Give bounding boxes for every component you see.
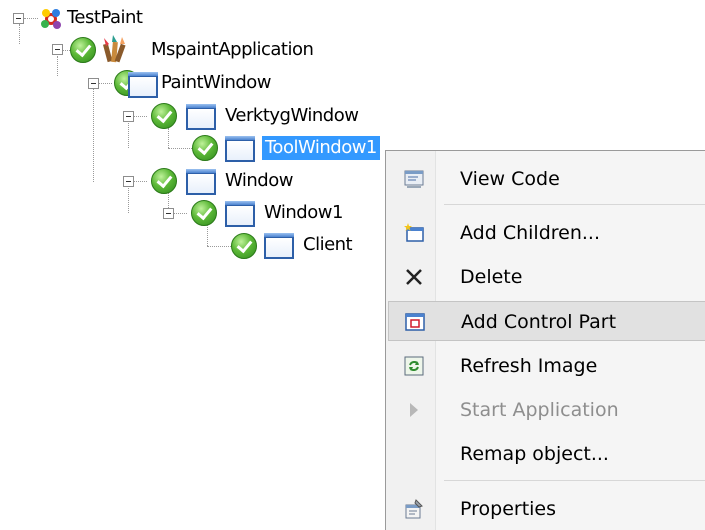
menu-item-label: Remap object... — [460, 443, 609, 465]
menu-item-remap-object[interactable]: Remap object... — [388, 434, 705, 474]
properties-icon — [405, 499, 423, 519]
tree-line — [98, 83, 112, 84]
tree-node-window1[interactable]: Window1 — [264, 201, 343, 225]
tree-line — [133, 181, 147, 182]
tree-line — [168, 128, 169, 148]
menu-item-label: Add Control Part — [461, 311, 617, 333]
collapse-toggle[interactable] — [163, 208, 174, 219]
tree-node-window[interactable]: Window — [225, 169, 293, 193]
window-icon — [225, 201, 255, 227]
view-code-icon — [404, 170, 424, 188]
add-children-icon — [404, 223, 424, 242]
tree-line — [128, 118, 129, 148]
collapse-toggle[interactable] — [123, 111, 134, 122]
menu-item-refresh-image[interactable]: Refresh Image — [388, 346, 705, 386]
refresh-image-icon — [404, 356, 424, 376]
tree-node-toolwindow1[interactable]: ToolWindow1 — [262, 136, 380, 160]
collapse-toggle[interactable] — [13, 13, 24, 24]
start-application-icon — [410, 403, 418, 417]
window-icon — [225, 136, 255, 162]
tree-line — [173, 213, 187, 214]
check-icon — [192, 135, 218, 161]
tree-node-verktygwindow[interactable]: VerktygWindow — [225, 104, 359, 128]
tree-node-mspaintapplication[interactable]: MspaintApplication — [151, 38, 314, 62]
menu-item-label: Start Application — [460, 399, 619, 421]
menu-item-add-control-part[interactable]: Add Control Part — [388, 301, 705, 341]
menu-item-label: Refresh Image — [460, 355, 598, 377]
tree-node-client[interactable]: Client — [303, 233, 353, 257]
tree-line — [128, 186, 129, 213]
tree-line — [207, 246, 231, 247]
menu-item-add-children[interactable]: Add Children... — [388, 213, 705, 253]
window-icon — [186, 104, 216, 130]
window-icon — [264, 233, 294, 259]
check-icon — [151, 103, 177, 129]
tree-line — [24, 18, 38, 19]
menu-separator — [444, 480, 705, 481]
window-icon — [128, 72, 158, 98]
collapse-toggle[interactable] — [88, 78, 99, 89]
check-icon — [191, 200, 217, 226]
check-icon — [70, 37, 96, 63]
menu-item-start-application[interactable]: Start Application — [388, 390, 705, 430]
menu-item-label: Delete — [460, 266, 523, 288]
tree-node-paintwindow[interactable]: PaintWindow — [161, 71, 272, 95]
tree-line — [207, 224, 208, 246]
collapse-toggle[interactable] — [52, 44, 63, 55]
tree-node-testpaint[interactable]: TestPaint — [67, 6, 143, 30]
menu-separator — [444, 204, 705, 205]
tree-line — [19, 24, 20, 44]
window-icon — [186, 169, 216, 195]
menu-item-label: Add Children... — [460, 222, 600, 244]
tree-line — [93, 88, 94, 182]
menu-item-label: Properties — [460, 498, 557, 520]
check-icon — [151, 168, 177, 194]
tree-line — [133, 116, 147, 117]
menu-item-view-code[interactable]: View Code — [388, 159, 705, 199]
collapse-toggle[interactable] — [123, 176, 134, 187]
add-control-part-icon — [405, 313, 425, 331]
root-icon — [41, 9, 61, 29]
tree-line — [57, 56, 58, 76]
context-menu: View Code Add Children... Delete Add Con… — [385, 150, 705, 530]
menu-item-label: View Code — [460, 168, 560, 190]
app-icon — [102, 35, 126, 63]
check-icon — [231, 233, 257, 259]
menu-item-delete[interactable]: Delete — [388, 257, 705, 297]
tree-line — [168, 148, 192, 149]
delete-icon — [406, 269, 422, 285]
menu-item-properties[interactable]: Properties — [388, 489, 705, 529]
